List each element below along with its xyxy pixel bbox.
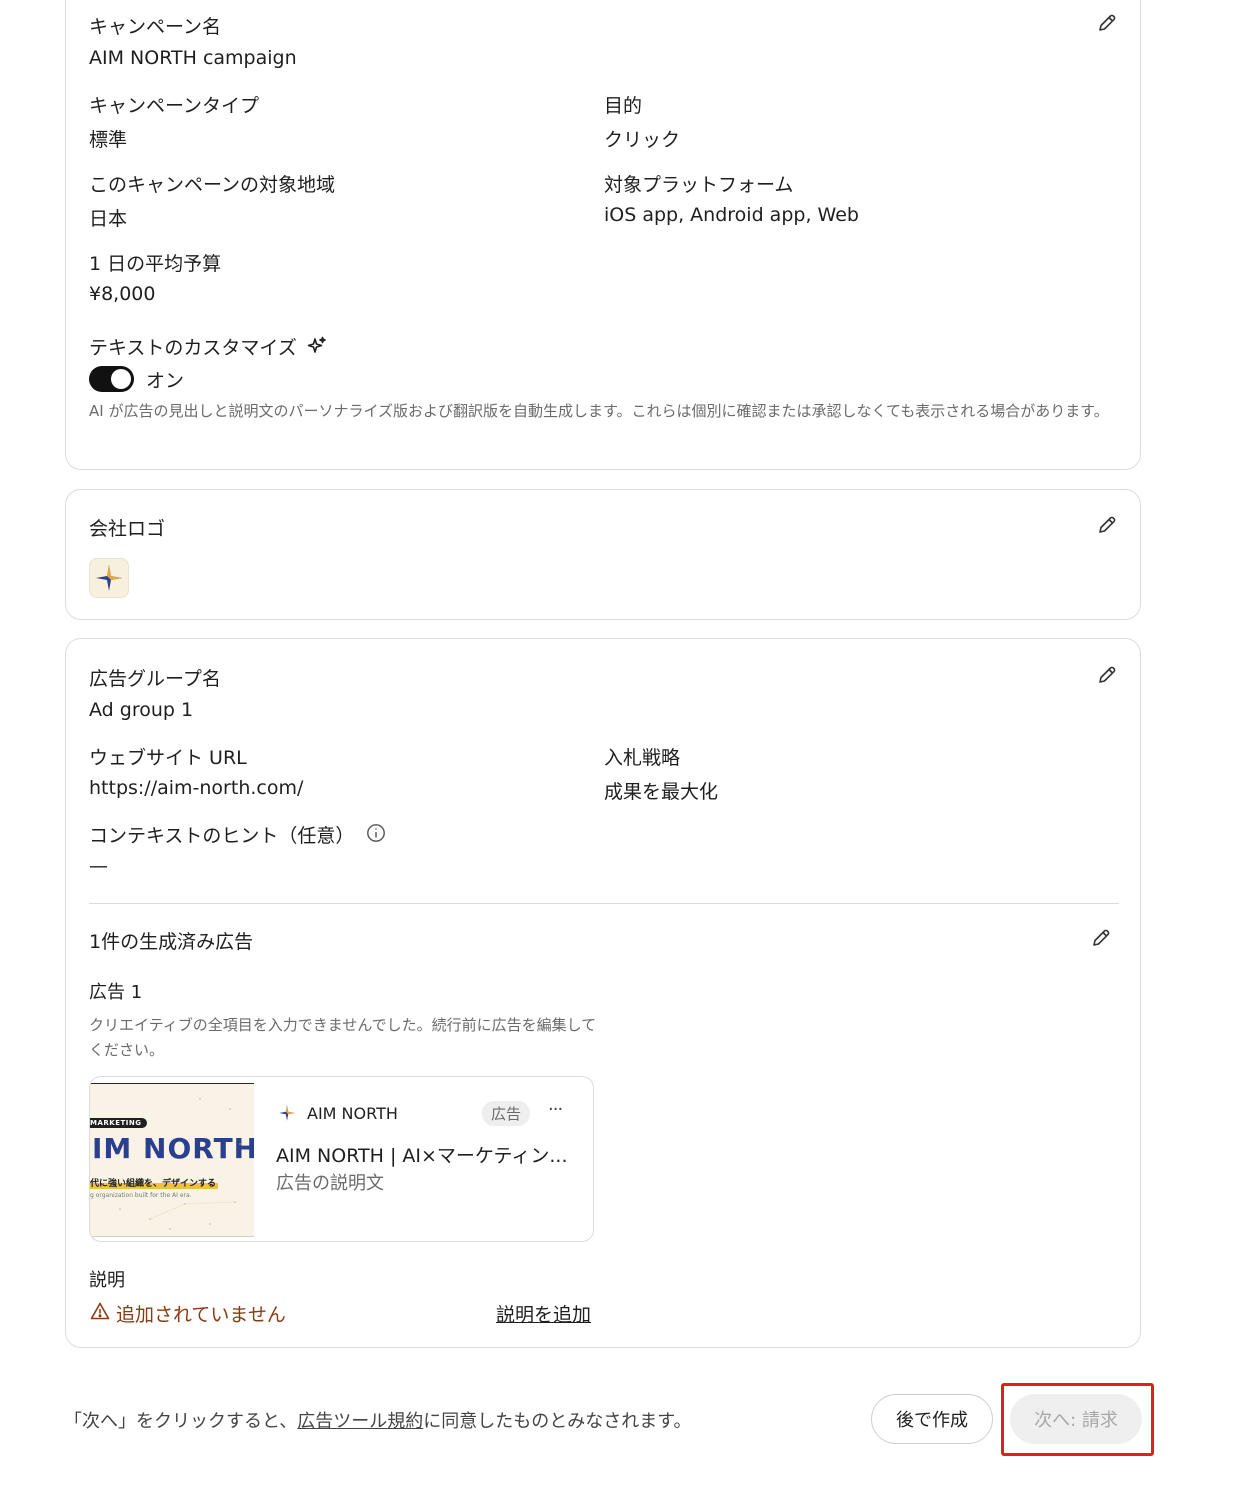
terms-link[interactable]: 広告ツール規約: [297, 1411, 423, 1432]
text-customization-label: テキストのカスタマイズ: [89, 337, 297, 359]
ad-thumbnail: MARKETING IM NORTH 代に強い組織を、デザインする g orga…: [90, 1083, 254, 1237]
edit-logo-button[interactable]: [1093, 511, 1121, 539]
budget-label: 1 日の平均予算: [89, 253, 222, 275]
description-label: 説明: [89, 1270, 125, 1291]
ad-title: 広告 1: [89, 982, 143, 1003]
add-description-link[interactable]: 説明を追加: [496, 1300, 591, 1327]
objective-value: クリック: [604, 129, 681, 151]
campaign-type-value: 標準: [89, 129, 128, 151]
context-hint-value: —: [89, 855, 108, 877]
website-url-value: https://aim-north.com/: [89, 777, 304, 799]
campaign-card: キャンペーン名 AIM NORTH campaign キャンペーンタイプ 標準 …: [65, 0, 1141, 470]
toggle-state-label: オン: [146, 370, 185, 392]
bid-strategy-label: 入札戦略: [604, 747, 681, 769]
brand-star-icon: [279, 1105, 295, 1121]
description-missing-text: 追加されていません: [116, 1304, 286, 1326]
campaign-type-label: キャンペーンタイプ: [89, 95, 260, 117]
pencil-icon: [1099, 666, 1116, 683]
bid-strategy-value: 成果を最大化: [604, 781, 719, 803]
budget-value: ¥8,000: [89, 283, 156, 305]
ad-warning-text: クリエイティブの全項目を入力できませんでした。続行前に広告を編集してください。: [89, 1016, 597, 1059]
edit-campaign-button[interactable]: [1093, 9, 1121, 37]
pencil-icon: [1099, 516, 1116, 533]
adgroup-name-label: 広告グループ名: [89, 668, 221, 690]
adgroup-name-value: Ad group 1: [89, 699, 194, 721]
platform-label: 対象プラットフォーム: [604, 174, 794, 196]
region-label: このキャンペーンの対象地域: [89, 174, 336, 196]
logo-card: 会社ロゴ: [65, 489, 1141, 620]
logo-label: 会社ロゴ: [89, 518, 166, 540]
sparkle-icon: [307, 336, 326, 353]
company-logo: [89, 558, 129, 598]
ai-note: AI が広告の見出しと説明文のパーソナライズ版および翻訳版を自動生成します。これ…: [89, 402, 1109, 420]
edit-adgroup-button[interactable]: [1093, 661, 1121, 689]
thumb-dots-decoration: [119, 1098, 241, 1230]
terms-prefix: 「次へ」をクリックすると、: [64, 1411, 298, 1432]
adgroup-card: 広告グループ名 Ad group 1 ウェブサイト URL https://ai…: [65, 638, 1141, 1348]
pencil-icon: [1093, 929, 1110, 946]
edit-generated-ads-button[interactable]: [1087, 924, 1115, 952]
terms-text: 「次へ」をクリックすると、広告ツール規約に同意したものとみなされます。: [64, 1407, 691, 1433]
campaign-name-value: AIM NORTH campaign: [89, 47, 297, 69]
highlight-annotation-box: [1001, 1383, 1154, 1456]
platform-value: iOS app, Android app, Web: [604, 204, 859, 226]
generated-ads-label: 1件の生成済み広告: [89, 931, 254, 953]
context-hint-label: コンテキストのヒント（任意）: [89, 825, 355, 847]
website-url-label: ウェブサイト URL: [89, 747, 247, 769]
objective-label: 目的: [604, 95, 643, 117]
star-logo-icon: [96, 565, 122, 591]
ad-preview-card[interactable]: MARKETING IM NORTH 代に強い組織を、デザインする g orga…: [89, 1076, 594, 1242]
info-icon[interactable]: [366, 823, 386, 843]
warning-icon: [90, 1302, 110, 1320]
toggle-knob: [111, 369, 131, 389]
section-divider: [89, 903, 1119, 904]
text-customization-toggle[interactable]: [89, 366, 134, 392]
pencil-icon: [1099, 14, 1116, 31]
ad-description: 広告の説明文: [276, 1173, 384, 1194]
region-value: 日本: [89, 208, 128, 230]
ad-brand-name: AIM NORTH: [307, 1104, 398, 1123]
ad-badge: 広告: [482, 1101, 531, 1126]
ad-headline: AIM NORTH | AI×マーケティン...: [276, 1145, 568, 1167]
campaign-name-label: キャンペーン名: [89, 16, 222, 38]
terms-suffix: に同意したものとみなされます。: [423, 1411, 692, 1432]
create-later-button[interactable]: 後で作成: [871, 1394, 993, 1444]
more-options-icon[interactable]: ···: [548, 1099, 563, 1120]
